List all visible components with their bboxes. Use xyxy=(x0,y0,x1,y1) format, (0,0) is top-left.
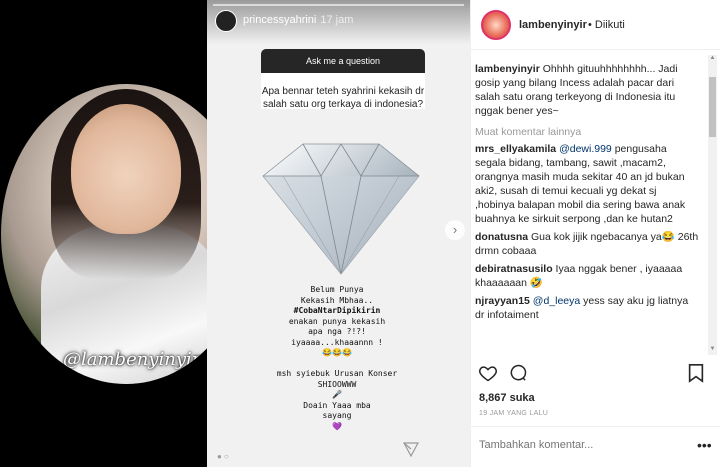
comment-username[interactable]: mrs_ellyakamila xyxy=(475,143,556,155)
post-header: lambenyinyir • Diikuti xyxy=(471,0,720,50)
comment-input[interactable] xyxy=(479,439,679,451)
ellipsis-icon[interactable]: ••• xyxy=(697,437,712,453)
comment-username[interactable]: njrayyan15 xyxy=(475,295,530,307)
list-item: debiratnasusilo Iyaa nggak bener , iyaaa… xyxy=(471,262,705,290)
heart-icon[interactable] xyxy=(477,363,499,385)
like-count[interactable]: 8,867 suka xyxy=(479,392,535,404)
scroll-down-icon[interactable]: ▼ xyxy=(708,346,717,355)
story-frame[interactable]: princessyahrini 17 jam Ask me a question … xyxy=(207,0,470,467)
follow-status[interactable]: • Diikuti xyxy=(588,19,625,31)
comments-panel: lambenyinyir • Diikuti lambenyinyir Ohhh… xyxy=(470,0,720,467)
list-item: njrayyan15 @d_leeya yess say aku jg liat… xyxy=(471,294,705,322)
avatar[interactable] xyxy=(481,10,511,40)
story-caption: Belum Punya Kekasih Mbhaa.. #CobaNtarDip… xyxy=(227,285,447,432)
comments-scrollbar[interactable]: ▲ ▼ xyxy=(708,55,717,355)
comment-username[interactable]: debiratnasusilo xyxy=(475,263,553,275)
story-avatar[interactable] xyxy=(215,10,237,32)
send-icon[interactable] xyxy=(402,440,422,458)
pagination-dots: ● ○ xyxy=(217,452,229,461)
caption-line: enakan punya kekasih xyxy=(288,316,386,326)
ask-question-sticker-header: Ask me a question xyxy=(261,49,425,73)
caption-line: iyaaaa...khaaannn ! xyxy=(291,337,383,347)
diamond-image xyxy=(262,143,420,275)
caption-line: Belum Punya xyxy=(310,285,364,294)
comment-mention[interactable]: @dewi.999 xyxy=(559,143,612,155)
ask-question-text: Apa bennar teteh syahrini kekasih dr sal… xyxy=(261,86,425,110)
comment-icon[interactable] xyxy=(507,363,529,385)
caption-emoji: 💜 xyxy=(332,421,342,431)
caption-line: msh syiebuk Urusan Konser xyxy=(276,369,398,378)
bookmark-icon[interactable] xyxy=(685,363,707,385)
next-arrow-icon[interactable]: › xyxy=(445,220,465,240)
left-black-pane: @lambenyinyir xyxy=(0,0,251,467)
watermark-text: @lambenyinyir xyxy=(63,349,201,370)
scroll-thumb[interactable] xyxy=(709,77,716,137)
add-comment-bar: ••• xyxy=(471,426,720,467)
caption-hashtag: #CobaNtarDipikirin xyxy=(293,306,381,315)
comments-list: lambenyinyir Ohhhh gituuhhhhhhhh... Jadi… xyxy=(471,62,705,362)
post-actions xyxy=(471,357,720,391)
post-date[interactable]: 19 JAM YANG LALU xyxy=(479,410,548,417)
comment-text: pengusaha segala bidang, tambang, sawit … xyxy=(475,143,686,225)
caption-line: sayang xyxy=(322,411,352,420)
caption-line: SHIOOWWW xyxy=(317,379,357,389)
caption-emoji: 🎤 xyxy=(332,390,342,399)
comment-username[interactable]: donatusna xyxy=(475,231,528,243)
caption-line: apa nga ?!?! xyxy=(308,327,366,336)
header-username[interactable]: lambenyinyir xyxy=(519,19,587,31)
caption-line: Doain Yaaa mba xyxy=(303,400,371,410)
load-more-comments[interactable]: Muat komentar lainnya xyxy=(471,122,705,142)
story-username[interactable]: princessyahrini xyxy=(243,14,316,26)
story-progress-bar xyxy=(213,4,464,6)
comment-username[interactable]: lambenyinyir xyxy=(475,63,540,75)
caption-line: Kekasih Mbhaa.. xyxy=(300,295,374,305)
story-time: 17 jam xyxy=(320,14,354,26)
scroll-up-icon[interactable]: ▲ xyxy=(708,55,717,64)
story-user-line: princessyahrini 17 jam xyxy=(243,14,353,26)
list-item: mrs_ellyakamila @dewi.999 pengusaha sega… xyxy=(471,142,705,226)
face-shape xyxy=(71,104,181,234)
list-item: donatusna Gua kok jijik ngebacanya ya😂 2… xyxy=(471,230,705,258)
caption-comment: lambenyinyir Ohhhh gituuhhhhhhhh... Jadi… xyxy=(471,62,705,118)
comment-mention[interactable]: @d_leeya xyxy=(533,295,580,307)
caption-emoji: 😂😂😂 xyxy=(322,348,352,357)
